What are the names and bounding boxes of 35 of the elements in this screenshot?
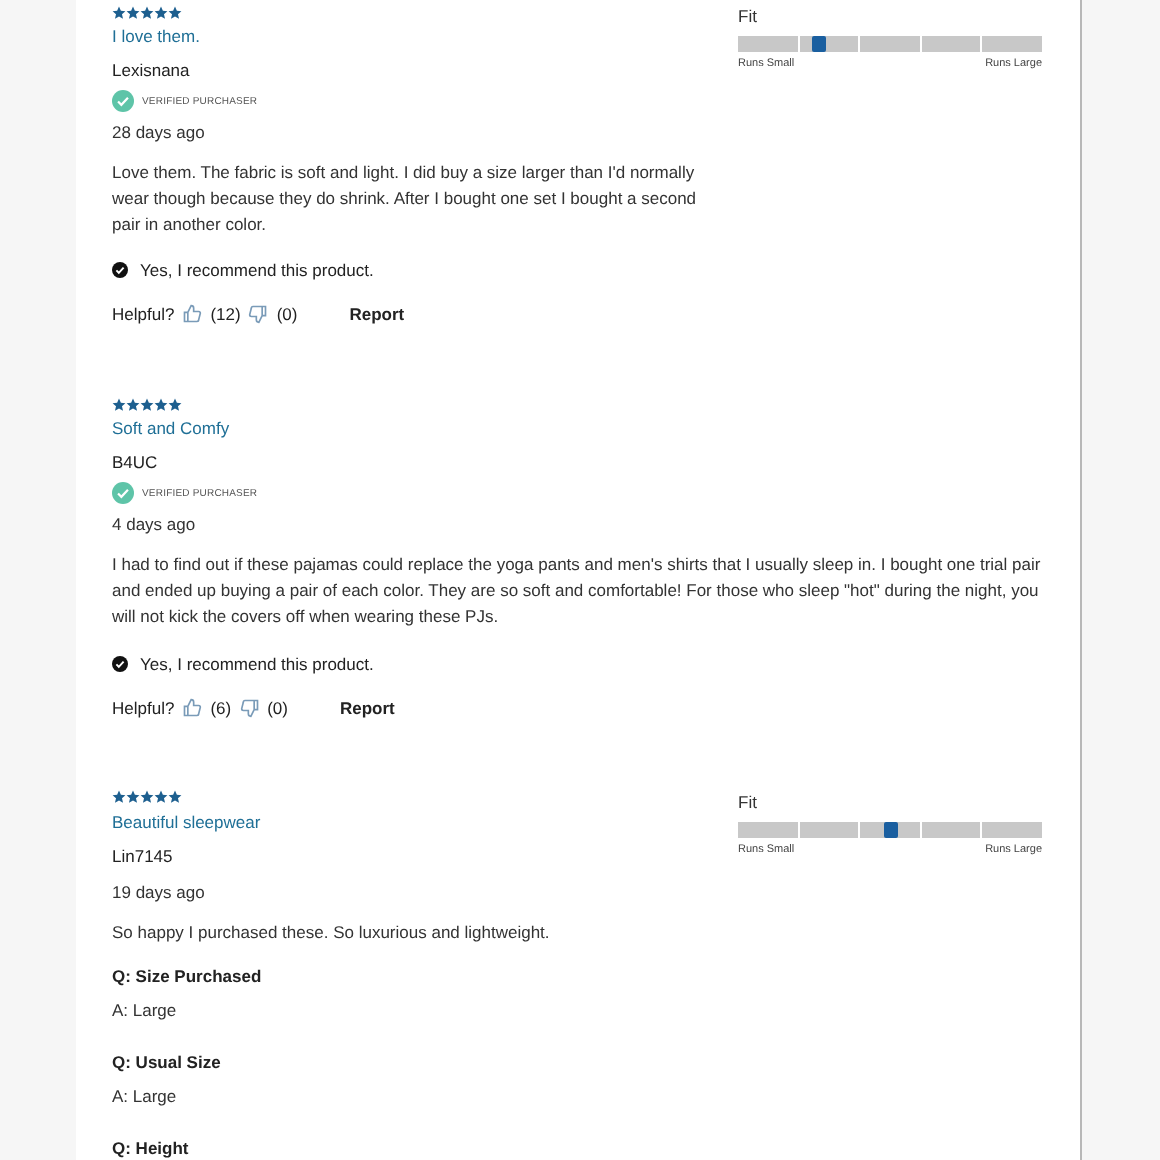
review-date: 19 days ago (112, 879, 205, 904)
question-text: Q: Usual Size (112, 1049, 221, 1074)
check-icon (112, 262, 128, 279)
reviewer-name: Lin7145 (112, 843, 173, 868)
unhelpful-count: (0) (267, 695, 288, 720)
recommend-text: Yes, I recommend this product. (140, 651, 374, 676)
question-text: Q: Height (112, 1135, 189, 1160)
helpful-count: (6) (210, 695, 232, 720)
fit-label: Fit (738, 4, 759, 28)
review-text: Love them. The fabric is soft and light. I did buy a size larger than I'd normally wear though because they do shrink. After I bought one set I bought a second pair in another color. (112, 160, 699, 237)
report-link[interactable]: Report (339, 695, 395, 720)
thumbs-down-icon[interactable] (248, 304, 269, 325)
helpful-label: Helpful? (112, 695, 175, 720)
review-text: I had to find out if these pajamas could replace the yoga pants and men's shirts that I usually sleep in. I bought one trial pair and ended up buying a pair of each color. They are so soft and comfortable! For those who sleep "hot" during the night, you will not kick the covers off when wearing these PJs. (112, 552, 1042, 630)
reviewer-name: B4UC (112, 450, 158, 475)
review-title: Beautiful sleepwear (112, 809, 261, 834)
review-title: Soft and Comfy (112, 416, 230, 441)
fit-label: Fit (738, 789, 759, 814)
helpful-count: (12) (210, 302, 241, 327)
answer-text: A: Large (112, 997, 177, 1022)
answer-text: A: Large (112, 1083, 177, 1108)
thumbs-up-icon[interactable] (182, 304, 203, 325)
thumbs-down-icon[interactable] (239, 697, 260, 718)
recommend-text: Yes, I recommend this product. (140, 258, 374, 283)
reviewer-name: Lexisnana (112, 58, 190, 82)
check-icon (112, 655, 128, 672)
review-title: I love them. (112, 24, 200, 48)
review-date: 4 days ago (112, 512, 196, 537)
question-text: Q: Size Purchased (112, 963, 262, 988)
review-text: So happy I purchased these. So luxurious and lightweight. (112, 919, 550, 946)
helpful-label: Helpful? (112, 302, 175, 327)
report-link[interactable]: Report (349, 302, 405, 327)
unhelpful-count: (0) (276, 302, 298, 327)
review-date: 28 days ago (112, 120, 205, 144)
thumbs-up-icon[interactable] (182, 697, 203, 718)
